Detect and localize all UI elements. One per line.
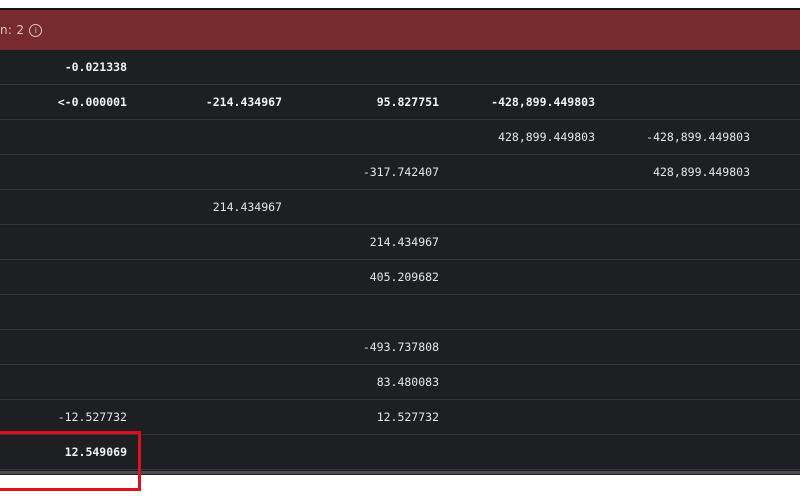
table-cell: -0.021338: [64, 60, 127, 74]
table-cell: 95.827751: [376, 95, 439, 109]
table-cell: [0, 260, 127, 294]
table-cell: [0, 330, 127, 364]
table-cell: [455, 225, 595, 259]
table-cell: -12.527732: [57, 410, 127, 424]
table-cell: [0, 365, 127, 399]
table-cell: [0, 190, 127, 224]
table-cell: [610, 190, 750, 224]
table-cell: [140, 225, 282, 259]
table-cell: [140, 435, 282, 469]
table-row: -493.737808: [0, 330, 800, 365]
table-cell: 428,899.449803: [498, 130, 595, 144]
table-row: -317.742407 428,899.449803: [0, 155, 800, 190]
table-cell: [455, 50, 595, 84]
table-cell: 214.434967: [369, 235, 439, 249]
table-cell: [140, 50, 282, 84]
table-cell: [0, 155, 127, 189]
table-cell: [140, 260, 282, 294]
table-row: 405.209682: [0, 260, 800, 295]
table-cell: [610, 330, 750, 364]
table-cell: 83.480083: [376, 375, 439, 389]
table-cell: [140, 155, 282, 189]
table-cell: [455, 295, 595, 329]
table-row: 214.434967: [0, 225, 800, 260]
table-cell: -317.742407: [362, 165, 439, 179]
table-cell: -493.737808: [362, 340, 439, 354]
highlight-box: [0, 431, 141, 491]
table-cell: [300, 120, 439, 154]
table-cell: [610, 435, 750, 469]
table-cell: 214.434967: [212, 200, 282, 214]
results-header: n: 2 i: [0, 10, 800, 50]
table-cell: [300, 435, 439, 469]
header-text: n: 2: [0, 23, 25, 37]
table-row: <-0.000001 -214.434967 95.827751 -428,89…: [0, 85, 800, 120]
table-cell: [455, 190, 595, 224]
table-cell: [0, 295, 127, 329]
table-cell: [0, 120, 127, 154]
table-cell: -214.434967: [205, 95, 282, 109]
table-cell: [140, 120, 282, 154]
info-icon[interactable]: i: [29, 23, 43, 37]
table-cell: -428,899.449803: [491, 95, 595, 109]
table-cell: [610, 400, 750, 434]
table-cell: [140, 365, 282, 399]
top-strip: [0, 0, 800, 8]
table-cell: [610, 365, 750, 399]
table-cell: 12.527732: [376, 410, 439, 424]
table-cell: [610, 260, 750, 294]
table-cell: [140, 400, 282, 434]
table-row: 428,899.449803 -428,899.449803: [0, 120, 800, 155]
table-cell: 428,899.449803: [653, 165, 750, 179]
table-row: 214.434967: [0, 190, 800, 225]
table-row: 83.480083: [0, 365, 800, 400]
table-cell: [610, 295, 750, 329]
table-cell: <-0.000001: [57, 95, 127, 109]
table-cell: [455, 435, 595, 469]
table-cell: [610, 85, 750, 119]
table-cell: [455, 155, 595, 189]
table-cell: [455, 330, 595, 364]
table-cell: [455, 365, 595, 399]
table-cell: [300, 50, 439, 84]
table-row: -12.527732 12.527732: [0, 400, 800, 435]
table-row: -0.021338: [0, 50, 800, 85]
table-cell: [300, 190, 439, 224]
table-cell: [0, 225, 127, 259]
table-row: [0, 295, 800, 330]
table-cell: 405.209682: [369, 270, 439, 284]
table-cell: [455, 260, 595, 294]
table-cell: -428,899.449803: [646, 130, 750, 144]
table-cell: [140, 330, 282, 364]
table-cell: [140, 295, 282, 329]
table-cell: [610, 225, 750, 259]
results-table: -0.021338 <-0.000001 -214.434967 95.8277…: [0, 50, 800, 470]
table-cell: [610, 50, 750, 84]
table-cell: [300, 295, 439, 329]
table-cell: [455, 400, 595, 434]
